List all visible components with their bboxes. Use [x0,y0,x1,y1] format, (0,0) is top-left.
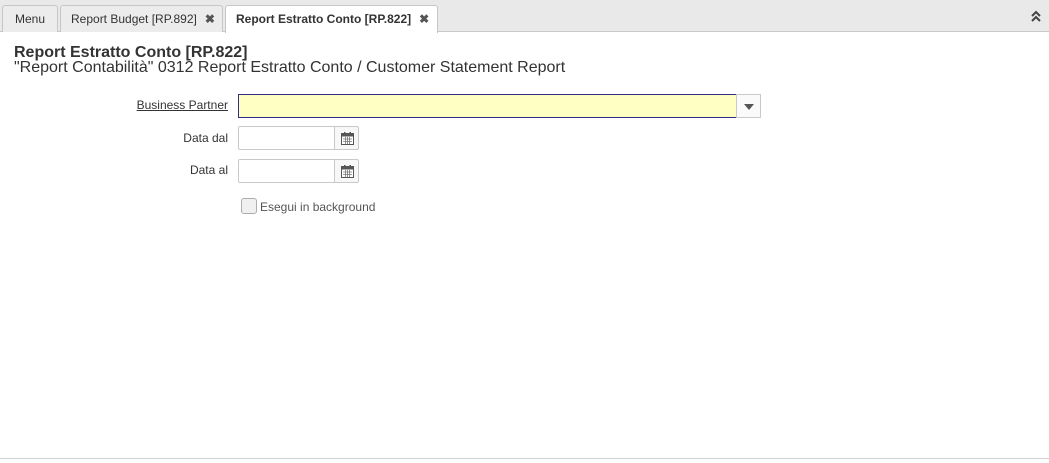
collapse-icon[interactable] [1031,10,1043,24]
tab-label: Report Budget [RP.892] [71,12,197,26]
data-dal-input[interactable] [238,126,335,150]
background-checkbox[interactable] [241,198,257,214]
tab-label: Menu [14,12,46,26]
business-partner-label[interactable]: Business Partner [108,98,228,112]
calendar-icon [341,132,354,145]
business-partner-input[interactable] [238,94,737,118]
tab-report-budget[interactable]: Report Budget [RP.892] ✖ [60,5,223,32]
calendar-icon [341,165,354,178]
data-dal-calendar-button[interactable] [334,126,359,150]
tab-bar: Menu Report Budget [RP.892] ✖ Report Estr… [0,0,1049,33]
data-dal-label: Data dal [183,131,228,145]
close-icon[interactable]: ✖ [419,6,429,33]
tab-report-estratto-conto[interactable]: Report Estratto Conto [RP.822] ✖ [225,5,438,33]
tab-label: Report Estratto Conto [RP.822] [236,12,412,26]
divider [0,458,1049,459]
data-al-label: Data al [189,163,228,177]
close-icon[interactable]: ✖ [205,6,215,33]
background-checkbox-label[interactable]: Esegui in background [260,200,375,214]
data-al-input[interactable] [238,159,335,183]
business-partner-dropdown-button[interactable] [736,94,761,118]
data-al-calendar-button[interactable] [334,159,359,183]
tab-menu[interactable]: Menu [2,5,58,32]
page-subtitle: "Report Contabilità" 0312 Report Estratt… [14,59,566,76]
chevron-down-icon [744,104,754,110]
